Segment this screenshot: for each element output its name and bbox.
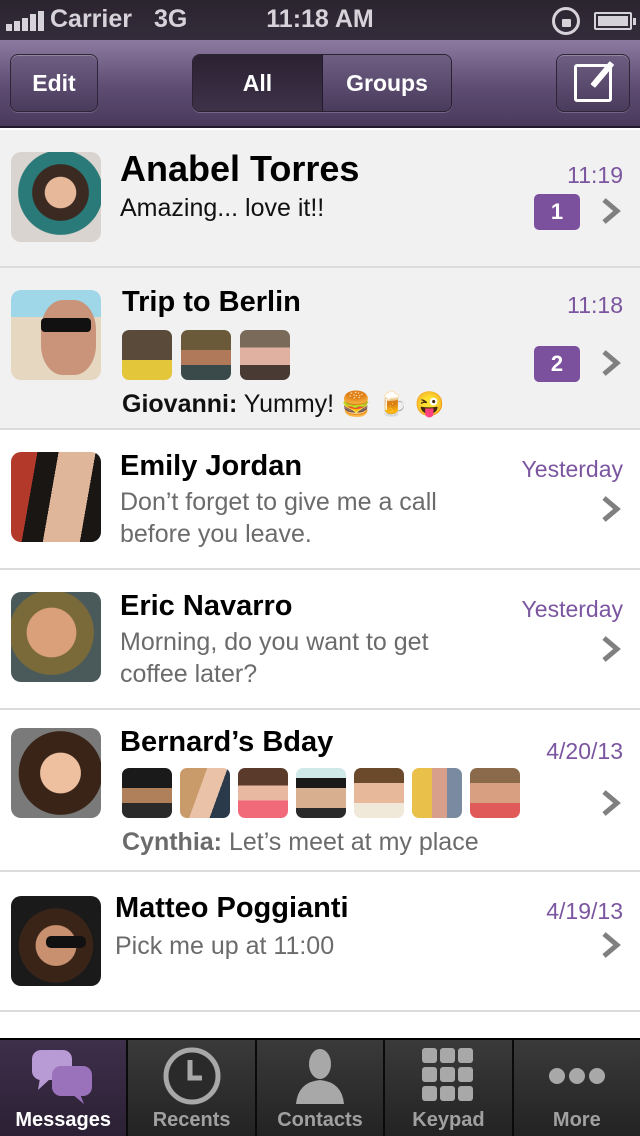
tongue-face-emoji: 😜 (414, 391, 445, 419)
participant-avatar (296, 768, 346, 818)
conversation-time: 4/20/13 (546, 738, 623, 764)
status-bar: Carrier 3G 11:18 AM (0, 0, 640, 40)
segment-groups[interactable]: Groups (323, 55, 451, 111)
segment-all[interactable]: All (193, 55, 323, 111)
avatar (11, 728, 101, 818)
message-text: Yummy! (243, 390, 335, 418)
status-time: 11:18 AM (266, 5, 374, 33)
conversation-time: 11:18 (567, 292, 623, 318)
clock-icon (157, 1045, 227, 1107)
conversation-title: Eric Navarro (120, 590, 293, 622)
participant-avatar (470, 768, 520, 818)
chevron-right-icon (602, 198, 621, 224)
tab-more[interactable]: More (513, 1040, 640, 1136)
tab-label: Messages (15, 1109, 112, 1131)
conversation-title: Matteo Poggianti (115, 892, 349, 924)
participant-avatar (238, 768, 288, 818)
chevron-right-icon (602, 790, 621, 816)
chevron-right-icon (602, 636, 621, 662)
message-line: Morning, do you want to get (120, 628, 429, 656)
participant-avatars (122, 768, 520, 818)
edit-button[interactable]: Edit (10, 54, 98, 112)
conversation-time: Yesterday (521, 456, 623, 482)
conversation-time: 4/19/13 (546, 898, 623, 924)
message-line: coffee later? (120, 660, 258, 688)
avatar (11, 452, 101, 542)
conversation-row[interactable]: Emily Jordan Yesterday Don’t forget to g… (0, 430, 640, 570)
avatar (11, 290, 101, 380)
beer-emoji: 🍺 (377, 391, 408, 419)
conversation-title: Trip to Berlin (122, 286, 301, 318)
avatar (11, 152, 101, 242)
conversation-message: Giovanni: Yummy! 🍔 🍺 😜 (122, 388, 445, 421)
tab-label: Contacts (277, 1109, 363, 1131)
message-sender: Giovanni: (122, 390, 238, 418)
navigation-bar: Edit All Groups (0, 40, 640, 128)
conversation-row[interactable]: Anabel Torres 11:19 Amazing... love it!!… (0, 130, 640, 268)
conversation-message: Amazing... love it!! (120, 194, 325, 222)
messages-icon (28, 1045, 98, 1107)
conversation-title: Bernard’s Bday (120, 726, 334, 758)
conversation-time: Yesterday (521, 596, 623, 622)
tab-keypad[interactable]: Keypad (385, 1040, 512, 1136)
participant-avatar (240, 330, 290, 380)
conversation-message: Pick me up at 11:00 (115, 932, 335, 960)
keypad-icon (413, 1045, 483, 1107)
message-text: Let’s meet at my place (228, 828, 479, 856)
tab-recents[interactable]: Recents (128, 1040, 255, 1136)
unread-badge: 2 (534, 346, 580, 382)
chevron-right-icon (602, 350, 621, 376)
tab-label: More (552, 1109, 601, 1131)
conversation-message: Morning, do you want to get coffee later… (120, 626, 429, 690)
conversation-title: Anabel Torres (120, 148, 360, 189)
tab-bar: Messages Recents Contacts Keypad More (0, 1038, 640, 1136)
rotation-lock-icon (552, 7, 580, 35)
participant-avatars (122, 330, 290, 380)
conversation-list: Anabel Torres 11:19 Amazing... love it!!… (0, 130, 640, 1036)
person-icon (285, 1045, 355, 1107)
conversation-row[interactable]: Trip to Berlin 11:18 2 Giovanni: Yummy! … (0, 268, 640, 430)
conversation-row[interactable]: Matteo Poggianti 4/19/13 Pick me up at 1… (0, 872, 640, 1012)
compose-button[interactable] (556, 54, 630, 112)
tab-label: Keypad (412, 1109, 485, 1131)
battery-icon (594, 12, 636, 30)
participant-avatar (122, 330, 172, 380)
participant-avatar (412, 768, 462, 818)
conversation-title: Emily Jordan (120, 450, 303, 482)
burger-emoji: 🍔 (341, 391, 371, 419)
conversation-message: Cynthia: Let’s meet at my place (122, 826, 479, 858)
tab-messages[interactable]: Messages (0, 1040, 127, 1136)
conversation-message: Don’t forget to give me a call before yo… (120, 486, 437, 550)
message-line: Don’t forget to give me a call (120, 488, 437, 516)
conversation-time: 11:19 (567, 162, 623, 188)
tab-contacts[interactable]: Contacts (256, 1040, 384, 1136)
avatar (11, 592, 101, 682)
participant-avatar (180, 768, 230, 818)
participant-avatar (181, 330, 231, 380)
filter-segmented-control: All Groups (192, 54, 452, 112)
message-line: before you leave. (120, 520, 312, 548)
avatar (11, 896, 101, 986)
tab-label: Recents (152, 1109, 231, 1131)
conversation-row[interactable]: Bernard’s Bday 4/20/13 Cynthia: Let’s me… (0, 710, 640, 872)
conversation-row[interactable]: Eric Navarro Yesterday Morning, do you w… (0, 570, 640, 710)
message-sender: Cynthia: (122, 828, 222, 856)
more-icon (542, 1045, 612, 1107)
status-bar-right (552, 7, 636, 35)
unread-badge: 1 (534, 194, 580, 230)
participant-avatar (122, 768, 172, 818)
compose-icon (574, 64, 612, 102)
chevron-right-icon (602, 932, 621, 958)
participant-avatar (354, 768, 404, 818)
chevron-right-icon (602, 496, 621, 522)
